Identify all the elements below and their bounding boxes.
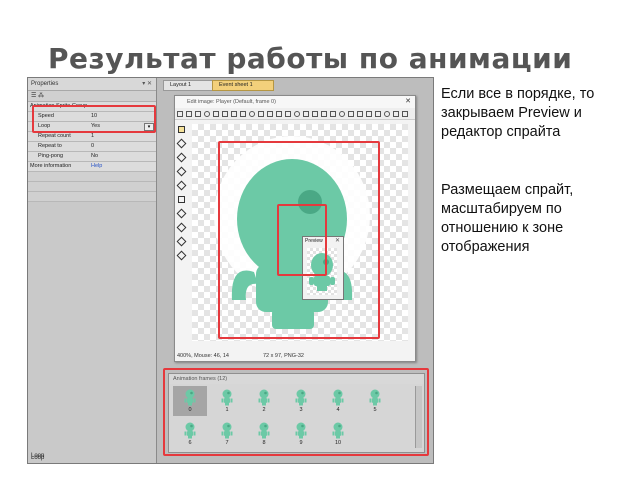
editor-tool-icon[interactable] xyxy=(402,110,408,117)
property-row[interactable]: More information Help xyxy=(28,162,156,172)
tab-event-sheet-1[interactable]: Event sheet 1 xyxy=(212,80,274,91)
property-row-empty xyxy=(28,192,156,202)
editor-tool-icon[interactable] xyxy=(240,110,246,117)
editor-tool-icon[interactable] xyxy=(186,110,192,117)
status-image-size: 72 x 97, PNG-32 xyxy=(263,353,304,359)
drawing-tool-icon[interactable] xyxy=(176,236,187,247)
property-row-empty xyxy=(28,182,156,192)
property-row-empty xyxy=(28,172,156,182)
editor-tool-icon[interactable] xyxy=(177,110,183,117)
property-row[interactable]: Ping-pong No xyxy=(28,152,156,162)
drawing-tool-icon[interactable] xyxy=(178,126,185,133)
close-icon[interactable]: ✕ xyxy=(405,96,411,108)
editor-tool-icon[interactable] xyxy=(393,110,399,117)
editor-tool-icon[interactable] xyxy=(330,110,336,117)
editor-tool-icon[interactable] xyxy=(357,110,363,117)
properties-header-label: Properties xyxy=(31,81,59,87)
drawing-tool-icon[interactable] xyxy=(178,196,185,203)
property-value[interactable]: 0 xyxy=(91,142,94,151)
editor-tool-icon[interactable] xyxy=(213,110,219,117)
editor-tool-icon[interactable] xyxy=(231,110,237,117)
editor-tool-icon[interactable] xyxy=(366,110,372,117)
property-row[interactable]: Repeat count 1 xyxy=(28,132,156,142)
drawing-tool-icon[interactable] xyxy=(176,166,187,177)
properties-toolbar[interactable]: ☰ ⁂ xyxy=(28,91,156,102)
editor-status-bar: 400%, Mouse: 46, 14 72 x 97, PNG-32 xyxy=(177,353,413,359)
editor-tool-icon[interactable] xyxy=(285,110,291,117)
drawing-tool-icon[interactable] xyxy=(176,222,187,233)
editor-tool-icon[interactable] xyxy=(348,110,354,117)
status-loop-label: Loop xyxy=(31,453,45,459)
editor-tool-icon[interactable] xyxy=(267,110,273,117)
slide-title: Результат работы по анимации xyxy=(48,42,573,75)
property-row[interactable]: Repeat to 0 xyxy=(28,142,156,152)
editor-tool-icon[interactable] xyxy=(276,110,282,117)
editor-tool-icon[interactable] xyxy=(222,110,228,117)
property-value[interactable]: 1 xyxy=(91,132,94,141)
instruction-text-place-sprite: Размещаем спрайт, масштабируем по отноше… xyxy=(441,182,574,255)
editor-tool-icon[interactable] xyxy=(303,110,309,117)
drawing-tool-icon[interactable] xyxy=(176,152,187,163)
editor-title: Edit image: Player (Default, frame 0) xyxy=(187,99,276,105)
highlight-preview xyxy=(277,204,327,276)
editor-tool-icon[interactable] xyxy=(195,110,201,117)
editor-toolbar xyxy=(175,108,415,120)
status-zoom-mouse: 400%, Mouse: 46, 14 xyxy=(177,353,229,359)
drawing-tool-icon[interactable] xyxy=(176,180,187,191)
editor-tool-icon[interactable] xyxy=(384,110,390,117)
editor-tool-icon[interactable] xyxy=(339,110,345,117)
highlight-speed-loop xyxy=(32,105,156,133)
editor-tool-icon[interactable] xyxy=(249,110,255,117)
drawing-tool-icon[interactable] xyxy=(176,208,187,219)
editor-title-bar: Edit image: Player (Default, frame 0) ✕ xyxy=(175,96,415,108)
editor-tool-icon[interactable] xyxy=(375,110,381,117)
property-name: Repeat count xyxy=(38,133,71,139)
property-value[interactable]: Help xyxy=(91,162,102,171)
editor-left-tools xyxy=(176,122,187,266)
editor-tool-icon[interactable] xyxy=(321,110,327,117)
properties-header: Properties ▾ ✕ xyxy=(28,78,156,91)
highlight-frames xyxy=(163,368,429,456)
pin-icon[interactable]: ▾ ✕ xyxy=(142,78,152,90)
property-name: Repeat to xyxy=(38,143,62,149)
instruction-text-close-preview: Если все в порядке, то закрываем Preview… xyxy=(441,86,595,140)
editor-tool-icon[interactable] xyxy=(204,110,210,117)
properties-panel: Properties ▾ ✕ ☰ ⁂ Animation Sprite Grou… xyxy=(28,78,157,463)
property-name: Ping-pong xyxy=(38,153,64,159)
editor-tool-icon[interactable] xyxy=(312,110,318,117)
editor-tool-icon[interactable] xyxy=(258,110,264,117)
property-name: More information xyxy=(30,163,72,169)
drawing-tool-icon[interactable] xyxy=(176,138,187,149)
drawing-tool-icon[interactable] xyxy=(176,250,187,261)
editor-screenshot: Properties ▾ ✕ ☰ ⁂ Animation Sprite Grou… xyxy=(27,77,434,464)
property-value[interactable]: No xyxy=(91,152,98,161)
editor-tool-icon[interactable] xyxy=(294,110,300,117)
